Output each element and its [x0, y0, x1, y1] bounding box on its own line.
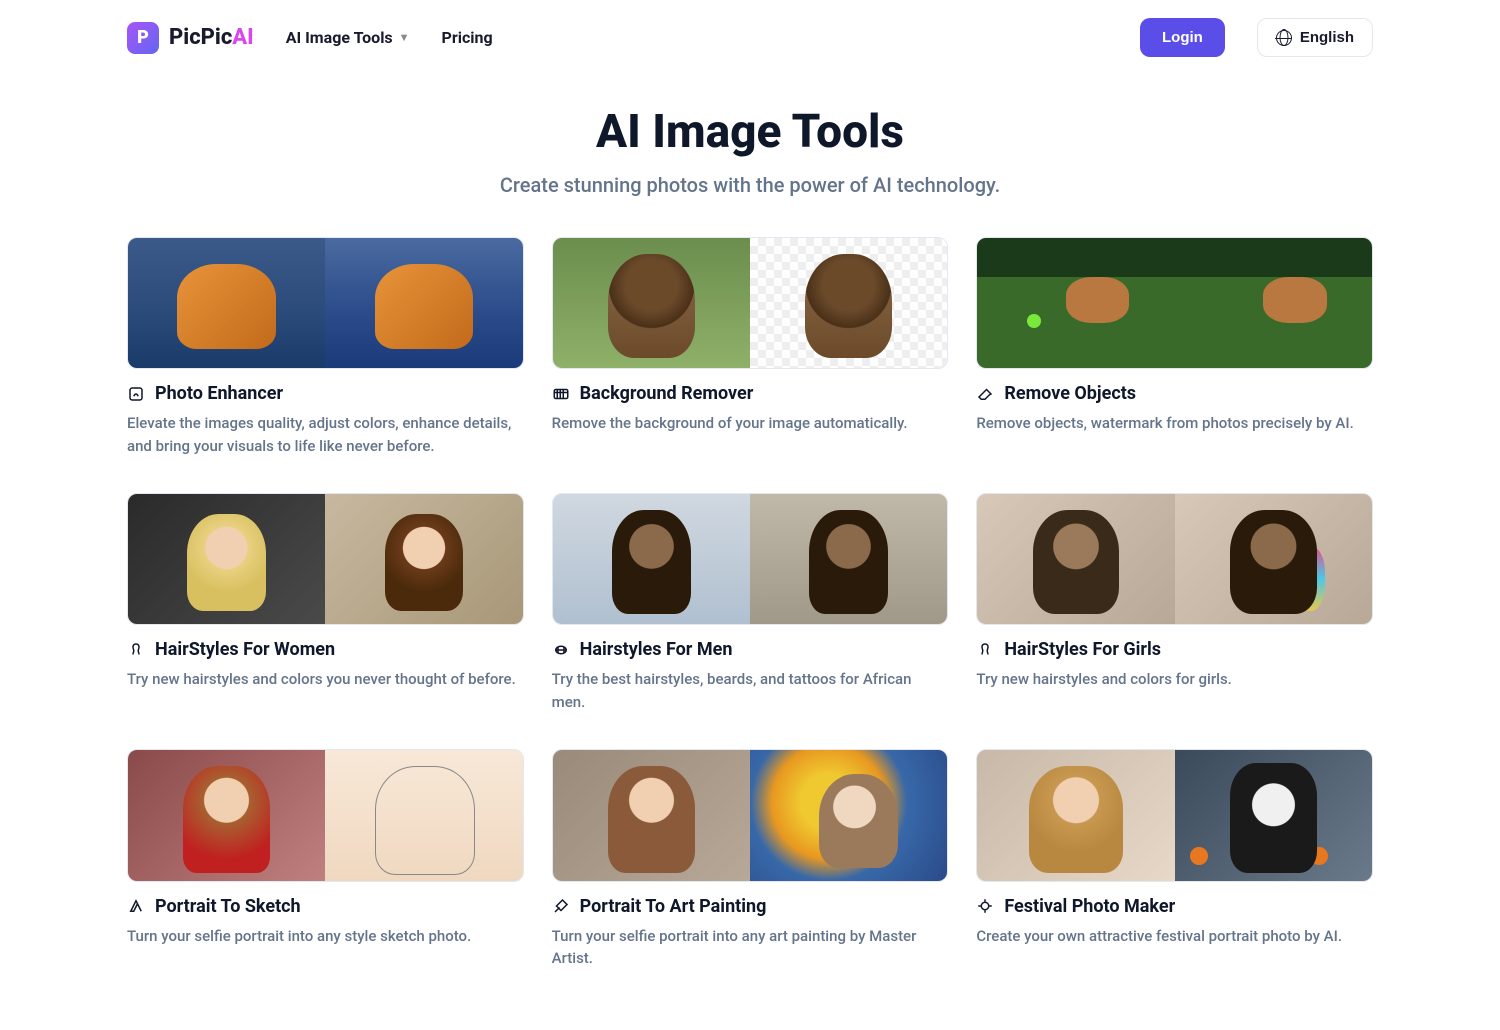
tool-title-row: Hairstyles For Men — [552, 639, 949, 660]
tool-image — [127, 237, 524, 369]
enhance-icon — [127, 385, 145, 403]
tool-title-row: HairStyles For Girls — [976, 639, 1373, 660]
nav-ai-image-tools-label: AI Image Tools — [286, 28, 393, 47]
tool-image-after — [1175, 238, 1372, 368]
tool-image-after — [750, 750, 947, 880]
language-label: English — [1300, 29, 1354, 46]
tool-image-before — [128, 238, 325, 368]
logo-text-prefix: PicPic — [169, 25, 232, 50]
tool-card-hairstyles-for-women[interactable]: HairStyles For Women Try new hairstyles a… — [127, 493, 524, 713]
logo-text: PicPicAI — [169, 25, 254, 50]
tool-title-row: Portrait To Sketch — [127, 896, 524, 917]
tool-image-before — [977, 238, 1174, 368]
tool-title: HairStyles For Women — [155, 639, 335, 660]
tool-title: Festival Photo Maker — [1004, 896, 1175, 917]
bgremove-icon — [552, 385, 570, 403]
tool-image — [127, 749, 524, 881]
tool-description: Elevate the images quality, adjust color… — [127, 412, 524, 457]
paint-icon — [552, 897, 570, 915]
tool-title: Portrait To Art Painting — [580, 896, 767, 917]
tool-card-hairstyles-for-men[interactable]: Hairstyles For Men Try the best hairstyle… — [552, 493, 949, 713]
tool-image-after — [325, 238, 522, 368]
tool-image-after — [1175, 494, 1372, 624]
tool-image-before — [977, 750, 1174, 880]
page-title: AI Image Tools — [20, 105, 1480, 159]
header: P PicPicAI AI Image Tools ▼ Pricing Logi… — [0, 0, 1500, 75]
tool-description: Try new hairstyles and colors you never … — [127, 668, 524, 691]
tool-image-after — [750, 494, 947, 624]
tool-title: HairStyles For Girls — [1004, 639, 1161, 660]
tool-description: Remove objects, watermark from photos pr… — [976, 412, 1373, 435]
tool-image-before — [553, 750, 750, 880]
tool-image-after — [750, 238, 947, 368]
globe-icon — [1276, 30, 1292, 46]
tool-image — [552, 237, 949, 369]
tool-description: Turn your selfie portrait into any art p… — [552, 925, 949, 970]
tool-image-before — [977, 494, 1174, 624]
tool-description: Remove the background of your image auto… — [552, 412, 949, 435]
tools-grid: Photo Enhancer Elevate the images quality… — [0, 237, 1500, 1030]
tool-title: Remove Objects — [1004, 383, 1136, 404]
tool-image-before — [128, 750, 325, 880]
logo-icon: P — [127, 22, 159, 54]
tool-title: Portrait To Sketch — [155, 896, 301, 917]
tool-title-row: Portrait To Art Painting — [552, 896, 949, 917]
nav-pricing[interactable]: Pricing — [442, 28, 493, 47]
tool-description: Create your own attractive festival port… — [976, 925, 1373, 948]
logo-text-suffix: AI — [232, 25, 253, 50]
tool-description: Try new hairstyles and colors for girls. — [976, 668, 1373, 691]
tool-title-row: Festival Photo Maker — [976, 896, 1373, 917]
page-subtitle: Create stunning photos with the power of… — [20, 173, 1480, 197]
tool-image — [976, 493, 1373, 625]
hero: AI Image Tools Create stunning photos wi… — [0, 75, 1500, 237]
nav-pricing-label: Pricing — [442, 28, 493, 47]
tool-image — [552, 749, 949, 881]
tool-card-festival-photo-maker[interactable]: Festival Photo Maker Create your own attr… — [976, 749, 1373, 969]
tool-title: Background Remover — [580, 383, 754, 404]
tool-image-after — [325, 750, 522, 880]
tool-image-before — [553, 494, 750, 624]
tool-title-row: Photo Enhancer — [127, 383, 524, 404]
sketch-icon — [127, 897, 145, 915]
tool-image-after — [325, 494, 522, 624]
tool-title: Photo Enhancer — [155, 383, 283, 404]
tool-description: Try the best hairstyles, beards, and tat… — [552, 668, 949, 713]
chevron-down-icon: ▼ — [399, 31, 410, 44]
hairmen-icon — [552, 641, 570, 659]
tool-image — [552, 493, 949, 625]
tool-title: Hairstyles For Men — [580, 639, 733, 660]
tool-description: Turn your selfie portrait into any style… — [127, 925, 524, 948]
tool-image — [976, 237, 1373, 369]
login-button[interactable]: Login — [1140, 18, 1225, 57]
tool-image — [127, 493, 524, 625]
tool-title-row: HairStyles For Women — [127, 639, 524, 660]
tool-image-before — [553, 238, 750, 368]
tool-card-remove-objects[interactable]: Remove Objects Remove objects, watermark … — [976, 237, 1373, 457]
tool-image-before — [128, 494, 325, 624]
logo[interactable]: P PicPicAI — [127, 22, 254, 54]
tool-card-hairstyles-for-girls[interactable]: HairStyles For Girls Try new hairstyles a… — [976, 493, 1373, 713]
eraser-icon — [976, 385, 994, 403]
tool-image-after — [1175, 750, 1372, 880]
tool-card-portrait-to-sketch[interactable]: Portrait To Sketch Turn your selfie portr… — [127, 749, 524, 969]
tool-title-row: Background Remover — [552, 383, 949, 404]
tool-title-row: Remove Objects — [976, 383, 1373, 404]
hair-icon — [127, 641, 145, 659]
festival-icon — [976, 897, 994, 915]
tool-card-photo-enhancer[interactable]: Photo Enhancer Elevate the images quality… — [127, 237, 524, 457]
language-button[interactable]: English — [1257, 18, 1373, 57]
tool-card-portrait-to-art-painting[interactable]: Portrait To Art Painting Turn your selfie… — [552, 749, 949, 969]
tool-card-background-remover[interactable]: Background Remover Remove the background … — [552, 237, 949, 457]
nav-ai-image-tools[interactable]: AI Image Tools ▼ — [286, 28, 410, 47]
tool-image — [976, 749, 1373, 881]
hair-icon — [976, 641, 994, 659]
